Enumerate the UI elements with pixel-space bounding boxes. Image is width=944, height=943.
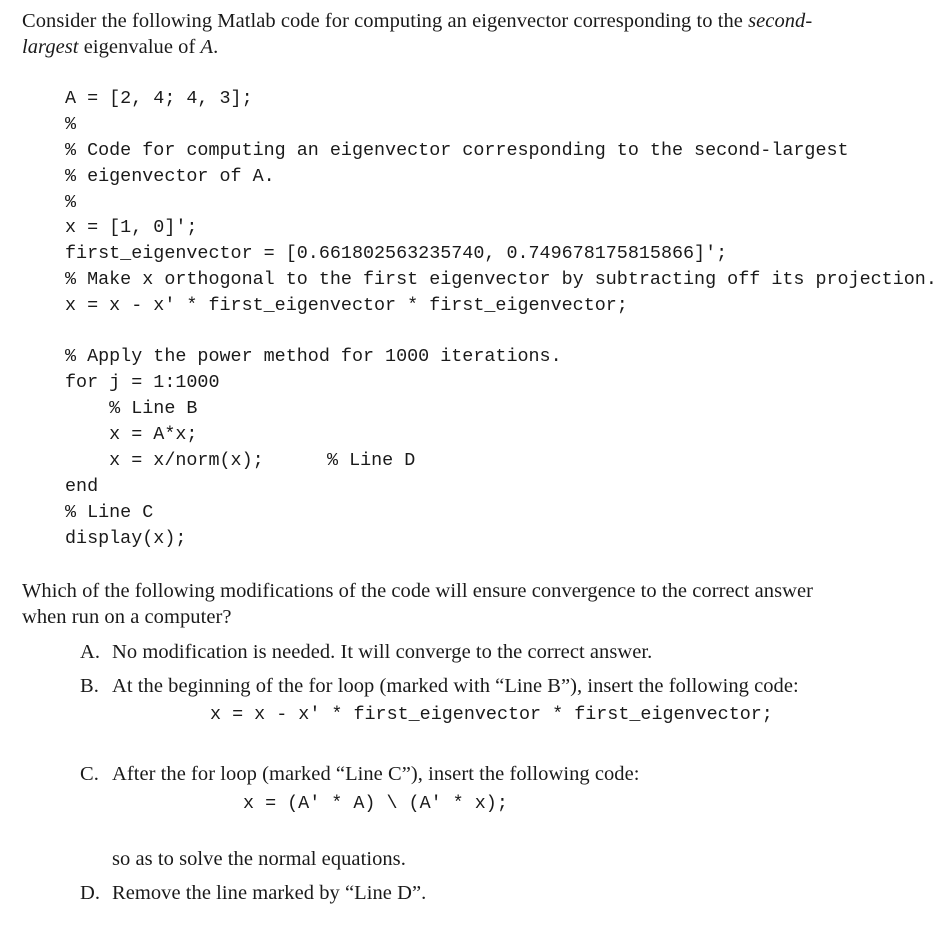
intro-line-1: Consider the following Matlab code for c… xyxy=(22,11,812,32)
code-line: % Code for computing an eigenvector corr… xyxy=(65,140,849,161)
code-line: % Line C xyxy=(65,502,154,523)
option-c-note: so as to solve the normal equations. xyxy=(112,848,406,870)
option-c-code: x = (A' * A) \ (A' * x); xyxy=(243,793,508,814)
code-line: % Line B xyxy=(65,398,198,419)
code-line: x = A*x; xyxy=(65,424,198,445)
intro-emphasis-2: largest xyxy=(22,36,79,58)
option-a-text: No modification is needed. It will conve… xyxy=(112,641,653,663)
code-line: % xyxy=(65,114,77,135)
option-b-text: At the beginning of the for loop (marked… xyxy=(112,675,799,697)
question-line-1: Which of the following modifications of … xyxy=(22,580,814,602)
intro-text-2: eigenvalue of xyxy=(78,36,201,58)
code-line: x = [1, 0]'; xyxy=(65,217,198,238)
code-line: x = x/norm(x); xyxy=(65,450,264,471)
option-b-code: x = x - x' * first_eigenvector * first_e… xyxy=(210,704,773,725)
code-line: % eigenvector of A. xyxy=(65,166,275,187)
code-line: first_eigenvector = [0.661802563235740, … xyxy=(65,243,728,264)
code-line: display(x); xyxy=(65,528,187,549)
question-line-2: when run on a computer? xyxy=(22,606,232,628)
code-line: % Apply the power method for 1000 iterat… xyxy=(65,346,562,367)
option-b-letter: B. xyxy=(80,675,99,697)
code-line: A = [2, 4; 4, 3]; xyxy=(65,88,253,109)
option-d-letter: D. xyxy=(80,882,101,904)
option-c-text: After the for loop (marked “Line C”), in… xyxy=(112,763,640,785)
code-line: % Make x orthogonal to the first eigenve… xyxy=(65,269,937,290)
intro-emphasis: second- xyxy=(748,10,813,32)
code-line: % xyxy=(65,192,77,213)
option-a-letter: A. xyxy=(80,641,101,663)
line-d-comment: % Line D xyxy=(327,450,416,471)
option-d-text: Remove the line marked by “Line D”. xyxy=(112,882,427,904)
intro-line-2: largest eigenvalue of A. xyxy=(22,37,218,58)
intro-text: Consider the following Matlab code for c… xyxy=(22,10,749,32)
code-line: for j = 1:1000 xyxy=(65,372,220,393)
matrix-variable: A xyxy=(200,36,214,58)
code-line: end xyxy=(65,476,99,497)
code-line: x = x - x' * first_eigenvector * first_e… xyxy=(65,295,628,316)
intro-period: . xyxy=(213,36,219,58)
option-c-letter: C. xyxy=(80,763,99,785)
